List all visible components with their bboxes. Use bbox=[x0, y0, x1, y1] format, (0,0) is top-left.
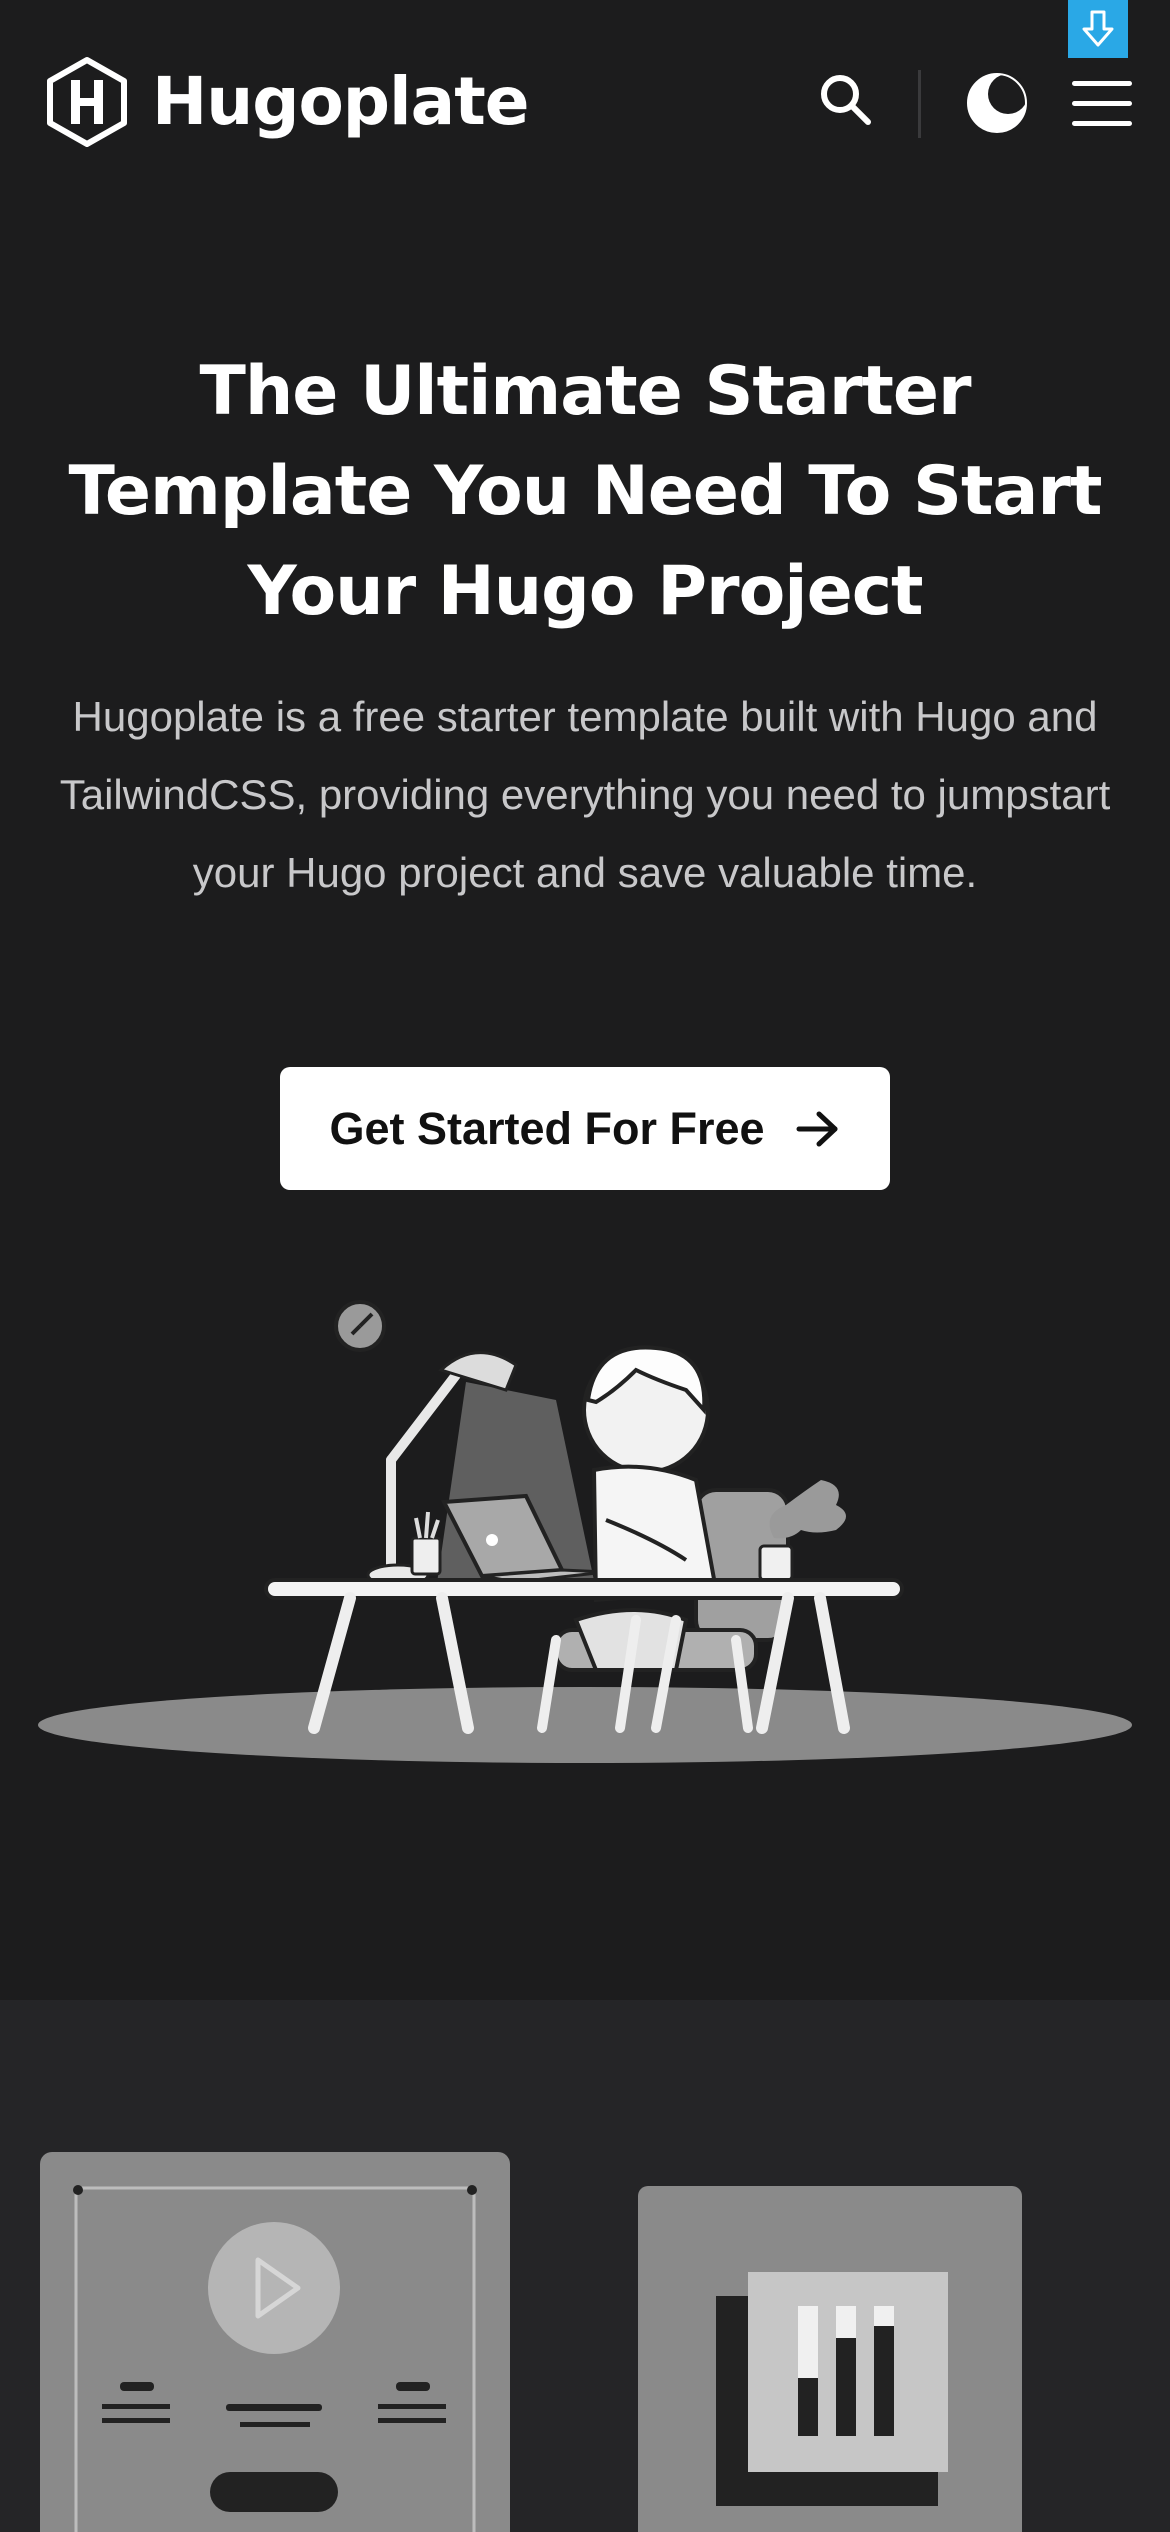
hexagon-h-logo-icon bbox=[47, 57, 127, 147]
floor-shadow bbox=[38, 1687, 1132, 1763]
moon-icon bbox=[967, 73, 1028, 133]
menu-line bbox=[1072, 80, 1132, 86]
brand-logo-link[interactable]: Hugoplate bbox=[44, 56, 530, 148]
chart-card-illustration bbox=[638, 2186, 1022, 2532]
hero-title: The Ultimate Starter Template You Need T… bbox=[68, 352, 1103, 631]
get-started-label: Get Started For Free bbox=[329, 1102, 765, 1154]
menu-line bbox=[1072, 120, 1132, 126]
hero-description: Hugoplate is a free starter template bui… bbox=[59, 693, 1111, 896]
brand-name: Hugoplate bbox=[152, 63, 530, 140]
download-arrow-icon bbox=[1082, 10, 1114, 47]
arrow-right-icon bbox=[796, 1111, 838, 1146]
search-icon bbox=[821, 75, 871, 125]
menu-line bbox=[1072, 100, 1132, 106]
video-card-illustration bbox=[40, 2152, 510, 2532]
get-started-button[interactable]: Get Started For Free bbox=[280, 1067, 890, 1190]
download-badge[interactable] bbox=[1068, 0, 1128, 58]
plant-pot bbox=[410, 1511, 442, 1576]
search-button[interactable] bbox=[816, 70, 876, 130]
hamburger-menu-button[interactable] bbox=[1072, 78, 1132, 128]
site-header: Hugoplate bbox=[0, 0, 1170, 200]
wall-clock-icon bbox=[334, 1300, 386, 1352]
theme-toggle-button[interactable] bbox=[966, 72, 1028, 134]
hero-illustration bbox=[38, 1300, 1132, 1763]
play-circle bbox=[208, 2222, 340, 2354]
header-divider bbox=[918, 70, 921, 138]
page: Hugoplate The Ultimate Starter Template … bbox=[0, 0, 1170, 2532]
